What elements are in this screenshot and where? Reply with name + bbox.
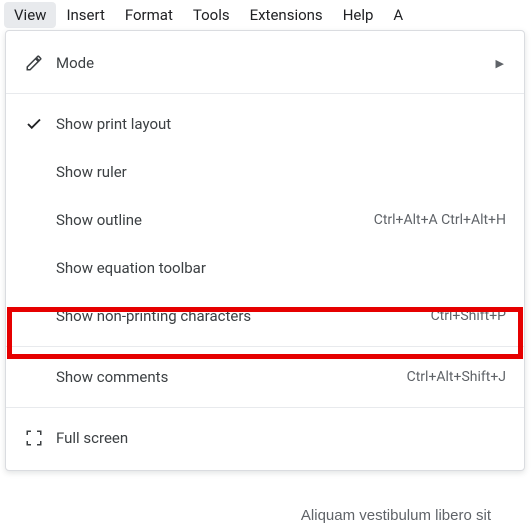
menu-item-show-ruler[interactable]: Show ruler	[6, 148, 524, 196]
menu-item-show-non-printing[interactable]: Show non-printing characters Ctrl+Shift+…	[6, 292, 524, 340]
shortcut-text: Ctrl+Alt+A Ctrl+Alt+H	[374, 212, 510, 228]
menubar-item-more[interactable]: A	[383, 2, 413, 28]
menu-label: Full screen	[48, 429, 510, 447]
background-doc-text: Aliquam vestibulum libero sit	[301, 507, 491, 524]
chevron-right-icon: ▶	[496, 57, 510, 70]
menu-label: Show equation toolbar	[48, 259, 510, 277]
shortcut-text: Ctrl+Shift+P	[431, 308, 510, 324]
divider	[6, 346, 524, 347]
menu-item-show-print-layout[interactable]: Show print layout	[6, 100, 524, 148]
pencil-icon	[20, 54, 48, 72]
menu-item-show-outline[interactable]: Show outline Ctrl+Alt+A Ctrl+Alt+H	[6, 196, 524, 244]
menubar-item-extensions[interactable]: Extensions	[240, 2, 333, 28]
menu-item-show-equation-toolbar[interactable]: Show equation toolbar	[6, 244, 524, 292]
menubar-item-view[interactable]: View	[4, 2, 56, 28]
menu-label: Show outline	[48, 211, 374, 229]
menu-label: Mode	[48, 54, 496, 72]
menu-item-show-comments[interactable]: Show comments Ctrl+Alt+Shift+J	[6, 353, 524, 401]
menubar-item-format[interactable]: Format	[115, 2, 183, 28]
menubar-item-tools[interactable]: Tools	[183, 2, 240, 28]
menu-label: Show comments	[48, 368, 407, 386]
check-icon	[20, 115, 48, 133]
menubar: View Insert Format Tools Extensions Help…	[0, 0, 531, 30]
menubar-item-insert[interactable]: Insert	[56, 2, 114, 28]
view-dropdown: Mode ▶ Show print layout Show ruler Show…	[5, 30, 525, 471]
fullscreen-icon	[20, 429, 48, 447]
menu-item-mode[interactable]: Mode ▶	[6, 39, 524, 87]
menubar-item-help[interactable]: Help	[333, 2, 384, 28]
menu-label: Show ruler	[48, 163, 510, 181]
shortcut-text: Ctrl+Alt+Shift+J	[407, 369, 510, 385]
divider	[6, 93, 524, 94]
menu-label: Show non-printing characters	[48, 307, 431, 325]
menu-label: Show print layout	[48, 115, 510, 133]
menu-item-full-screen[interactable]: Full screen	[6, 414, 524, 462]
divider	[6, 407, 524, 408]
